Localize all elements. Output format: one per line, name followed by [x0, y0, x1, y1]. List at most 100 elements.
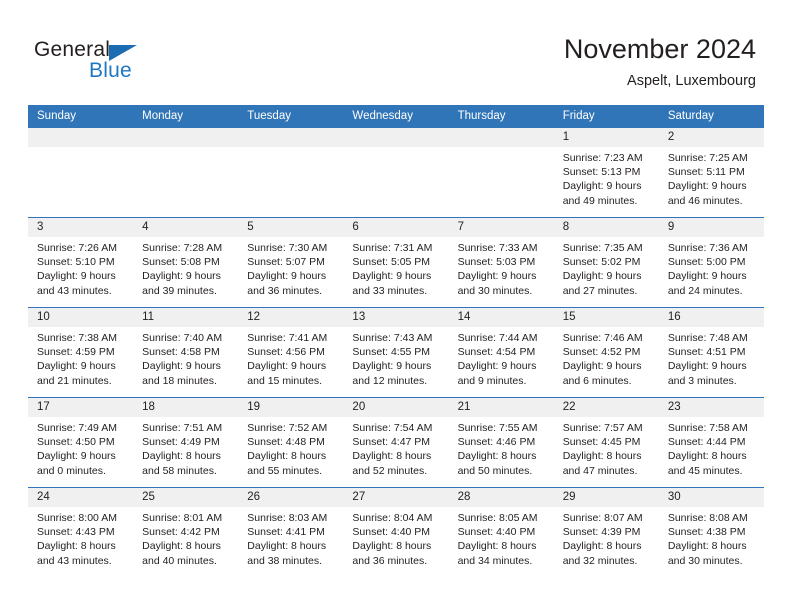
calendar-day-cell	[238, 127, 344, 217]
calendar-day-cell[interactable]: 12 Sunrise: 7:41 AM Sunset: 4:56 PM Dayligh…	[238, 307, 344, 397]
calendar-day-cell[interactable]: 15 Sunrise: 7:46 AM Sunset: 4:52 PM Dayligh…	[553, 307, 659, 397]
day-cell-empty	[343, 127, 449, 217]
day-cell: 6 Sunrise: 7:31 AM Sunset: 5:05 PM Daylight…	[343, 217, 449, 307]
calendar-day-cell[interactable]: 1 Sunrise: 7:23 AM Sunset: 5:13 PM Daylight…	[553, 127, 659, 217]
day-cell: 17 Sunrise: 7:49 AM Sunset: 4:50 PM Dayligh…	[28, 397, 134, 487]
calendar-day-cell[interactable]: 30 Sunrise: 8:08 AM Sunset: 4:38 PM Dayligh…	[658, 487, 764, 577]
day-details: Sunrise: 7:38 AM Sunset: 4:59 PM Daylight:…	[28, 327, 133, 388]
daylight-duration-line1: Daylight: 9 hours	[457, 270, 537, 283]
calendar-day-cell[interactable]: 6 Sunrise: 7:31 AM Sunset: 5:05 PM Daylight…	[343, 217, 449, 307]
calendar-day-cell[interactable]: 14 Sunrise: 7:44 AM Sunset: 4:54 PM Dayligh…	[448, 307, 554, 397]
day-cell: 30 Sunrise: 8:08 AM Sunset: 4:38 PM Dayligh…	[658, 487, 764, 577]
daylight-duration-line1: Daylight: 9 hours	[352, 270, 432, 283]
sunset-time: Sunset: 4:48 PM	[247, 436, 325, 449]
calendar-day-cell[interactable]: 8 Sunrise: 7:35 AM Sunset: 5:02 PM Daylight…	[553, 217, 659, 307]
day-details: Sunrise: 7:57 AM Sunset: 4:45 PM Daylight:…	[554, 417, 659, 478]
weekday-header-sunday: Sunday	[28, 105, 134, 127]
day-cell: 7 Sunrise: 7:33 AM Sunset: 5:03 PM Daylight…	[448, 217, 554, 307]
calendar-header-row: Sunday Monday Tuesday Wednesday Thursday…	[28, 105, 764, 127]
day-number: 29	[553, 488, 659, 507]
calendar-day-cell[interactable]: 25 Sunrise: 8:01 AM Sunset: 4:42 PM Dayligh…	[133, 487, 239, 577]
day-cell: 4 Sunrise: 7:28 AM Sunset: 5:08 PM Daylight…	[133, 217, 239, 307]
sunset-time: Sunset: 5:07 PM	[247, 256, 325, 269]
calendar-day-cell[interactable]: 23 Sunrise: 7:58 AM Sunset: 4:44 PM Dayligh…	[658, 397, 764, 487]
calendar-day-cell[interactable]: 5 Sunrise: 7:30 AM Sunset: 5:07 PM Daylight…	[238, 217, 344, 307]
day-details: Sunrise: 8:08 AM Sunset: 4:38 PM Daylight:…	[659, 507, 764, 568]
day-cell: 22 Sunrise: 7:57 AM Sunset: 4:45 PM Dayligh…	[553, 397, 659, 487]
sunset-time: Sunset: 4:52 PM	[562, 346, 641, 359]
sunrise-time: Sunrise: 8:03 AM	[247, 512, 328, 524]
calendar-day-cell[interactable]: 3 Sunrise: 7:26 AM Sunset: 5:10 PM Daylight…	[28, 217, 134, 307]
sunset-time: Sunset: 5:05 PM	[352, 256, 431, 269]
calendar-day-cell[interactable]: 2 Sunrise: 7:25 AM Sunset: 5:11 PM Daylight…	[658, 127, 764, 217]
calendar-day-cell[interactable]: 21 Sunrise: 7:55 AM Sunset: 4:46 PM Dayligh…	[448, 397, 554, 487]
daylight-duration-line1: Daylight: 8 hours	[457, 540, 537, 553]
day-details: Sunrise: 8:00 AM Sunset: 4:43 PM Daylight:…	[28, 507, 133, 568]
day-cell-empty	[448, 127, 554, 217]
calendar-day-cell[interactable]: 16 Sunrise: 7:48 AM Sunset: 4:51 PM Dayligh…	[658, 307, 764, 397]
calendar-day-cell[interactable]: 13 Sunrise: 7:43 AM Sunset: 4:55 PM Dayligh…	[343, 307, 449, 397]
sunset-time: Sunset: 4:41 PM	[247, 526, 325, 539]
calendar-day-cell[interactable]: 26 Sunrise: 8:03 AM Sunset: 4:41 PM Dayligh…	[238, 487, 344, 577]
day-details: Sunrise: 7:44 AM Sunset: 4:54 PM Daylight:…	[449, 327, 554, 388]
day-cell: 1 Sunrise: 7:23 AM Sunset: 5:13 PM Daylight…	[553, 127, 659, 217]
sunset-time: Sunset: 4:49 PM	[142, 436, 220, 449]
sunset-time: Sunset: 4:43 PM	[37, 526, 115, 539]
sunset-time: Sunset: 4:51 PM	[667, 346, 746, 359]
daylight-duration-line1: Daylight: 9 hours	[142, 360, 221, 373]
day-number: 15	[553, 308, 659, 327]
calendar-day-cell	[448, 127, 554, 217]
daylight-duration-line1: Daylight: 8 hours	[562, 540, 642, 553]
calendar-day-cell[interactable]: 24 Sunrise: 8:00 AM Sunset: 4:43 PM Dayligh…	[28, 487, 134, 577]
day-cell: 15 Sunrise: 7:46 AM Sunset: 4:52 PM Dayligh…	[553, 307, 659, 397]
day-cell: 5 Sunrise: 7:30 AM Sunset: 5:07 PM Daylight…	[238, 217, 344, 307]
daylight-duration-line2: and 43 minutes.	[37, 554, 112, 567]
day-number: 5	[238, 218, 344, 237]
sunrise-time: Sunrise: 7:40 AM	[142, 332, 223, 344]
calendar-day-cell[interactable]: 10 Sunrise: 7:38 AM Sunset: 4:59 PM Dayligh…	[28, 307, 134, 397]
calendar-day-cell[interactable]: 11 Sunrise: 7:40 AM Sunset: 4:58 PM Dayligh…	[133, 307, 239, 397]
sunset-time: Sunset: 4:50 PM	[37, 436, 115, 449]
sunset-time: Sunset: 5:08 PM	[142, 256, 220, 269]
calendar-day-cell[interactable]: 29 Sunrise: 8:07 AM Sunset: 4:39 PM Dayligh…	[553, 487, 659, 577]
sunset-time: Sunset: 4:58 PM	[142, 346, 220, 359]
daylight-duration-line1: Daylight: 8 hours	[247, 540, 327, 553]
calendar-day-cell[interactable]: 20 Sunrise: 7:54 AM Sunset: 4:47 PM Dayligh…	[343, 397, 449, 487]
day-number: 6	[343, 218, 449, 237]
day-details: Sunrise: 7:26 AM Sunset: 5:10 PM Daylight:…	[28, 237, 133, 298]
daylight-duration-line1: Daylight: 9 hours	[562, 180, 642, 193]
sunrise-time: Sunrise: 8:07 AM	[562, 512, 643, 524]
calendar-day-cell[interactable]: 27 Sunrise: 8:04 AM Sunset: 4:40 PM Dayligh…	[343, 487, 449, 577]
calendar-day-cell[interactable]: 4 Sunrise: 7:28 AM Sunset: 5:08 PM Daylight…	[133, 217, 239, 307]
calendar-page: General Blue November 2024 Aspelt, Luxem…	[0, 0, 792, 612]
sunrise-time: Sunrise: 7:41 AM	[247, 332, 328, 344]
sunrise-time: Sunrise: 7:31 AM	[352, 242, 433, 254]
title-block: November 2024 Aspelt, Luxembourg	[564, 33, 756, 90]
daylight-duration-line1: Daylight: 8 hours	[667, 450, 747, 463]
daylight-duration-line1: Daylight: 8 hours	[562, 450, 642, 463]
daylight-duration-line1: Daylight: 8 hours	[142, 450, 221, 463]
calendar-day-cell[interactable]: 18 Sunrise: 7:51 AM Sunset: 4:49 PM Dayligh…	[133, 397, 239, 487]
day-cell-empty	[133, 127, 239, 217]
calendar-day-cell[interactable]: 17 Sunrise: 7:49 AM Sunset: 4:50 PM Dayligh…	[28, 397, 134, 487]
daylight-duration-line2: and 30 minutes.	[667, 554, 743, 567]
calendar-day-cell	[28, 127, 134, 217]
daylight-duration-line2: and 50 minutes.	[457, 464, 533, 477]
day-details: Sunrise: 7:43 AM Sunset: 4:55 PM Daylight:…	[343, 327, 448, 388]
calendar-day-cell[interactable]: 9 Sunrise: 7:36 AM Sunset: 5:00 PM Daylight…	[658, 217, 764, 307]
calendar-day-cell[interactable]: 19 Sunrise: 7:52 AM Sunset: 4:48 PM Dayligh…	[238, 397, 344, 487]
sunset-time: Sunset: 5:02 PM	[562, 256, 641, 269]
day-details: Sunrise: 8:01 AM Sunset: 4:42 PM Daylight:…	[133, 507, 238, 568]
calendar-day-cell	[133, 127, 239, 217]
sunset-time: Sunset: 5:03 PM	[457, 256, 536, 269]
sunrise-time: Sunrise: 8:04 AM	[352, 512, 433, 524]
daylight-duration-line2: and 27 minutes.	[562, 284, 638, 297]
day-cell: 20 Sunrise: 7:54 AM Sunset: 4:47 PM Dayligh…	[343, 397, 449, 487]
calendar-day-cell[interactable]: 28 Sunrise: 8:05 AM Sunset: 4:40 PM Dayligh…	[448, 487, 554, 577]
sunrise-time: Sunrise: 7:36 AM	[667, 242, 748, 254]
daylight-duration-line1: Daylight: 8 hours	[247, 450, 327, 463]
day-number: 22	[553, 398, 659, 417]
sunset-time: Sunset: 4:42 PM	[142, 526, 220, 539]
calendar-day-cell[interactable]: 7 Sunrise: 7:33 AM Sunset: 5:03 PM Daylight…	[448, 217, 554, 307]
calendar-day-cell[interactable]: 22 Sunrise: 7:57 AM Sunset: 4:45 PM Dayligh…	[553, 397, 659, 487]
